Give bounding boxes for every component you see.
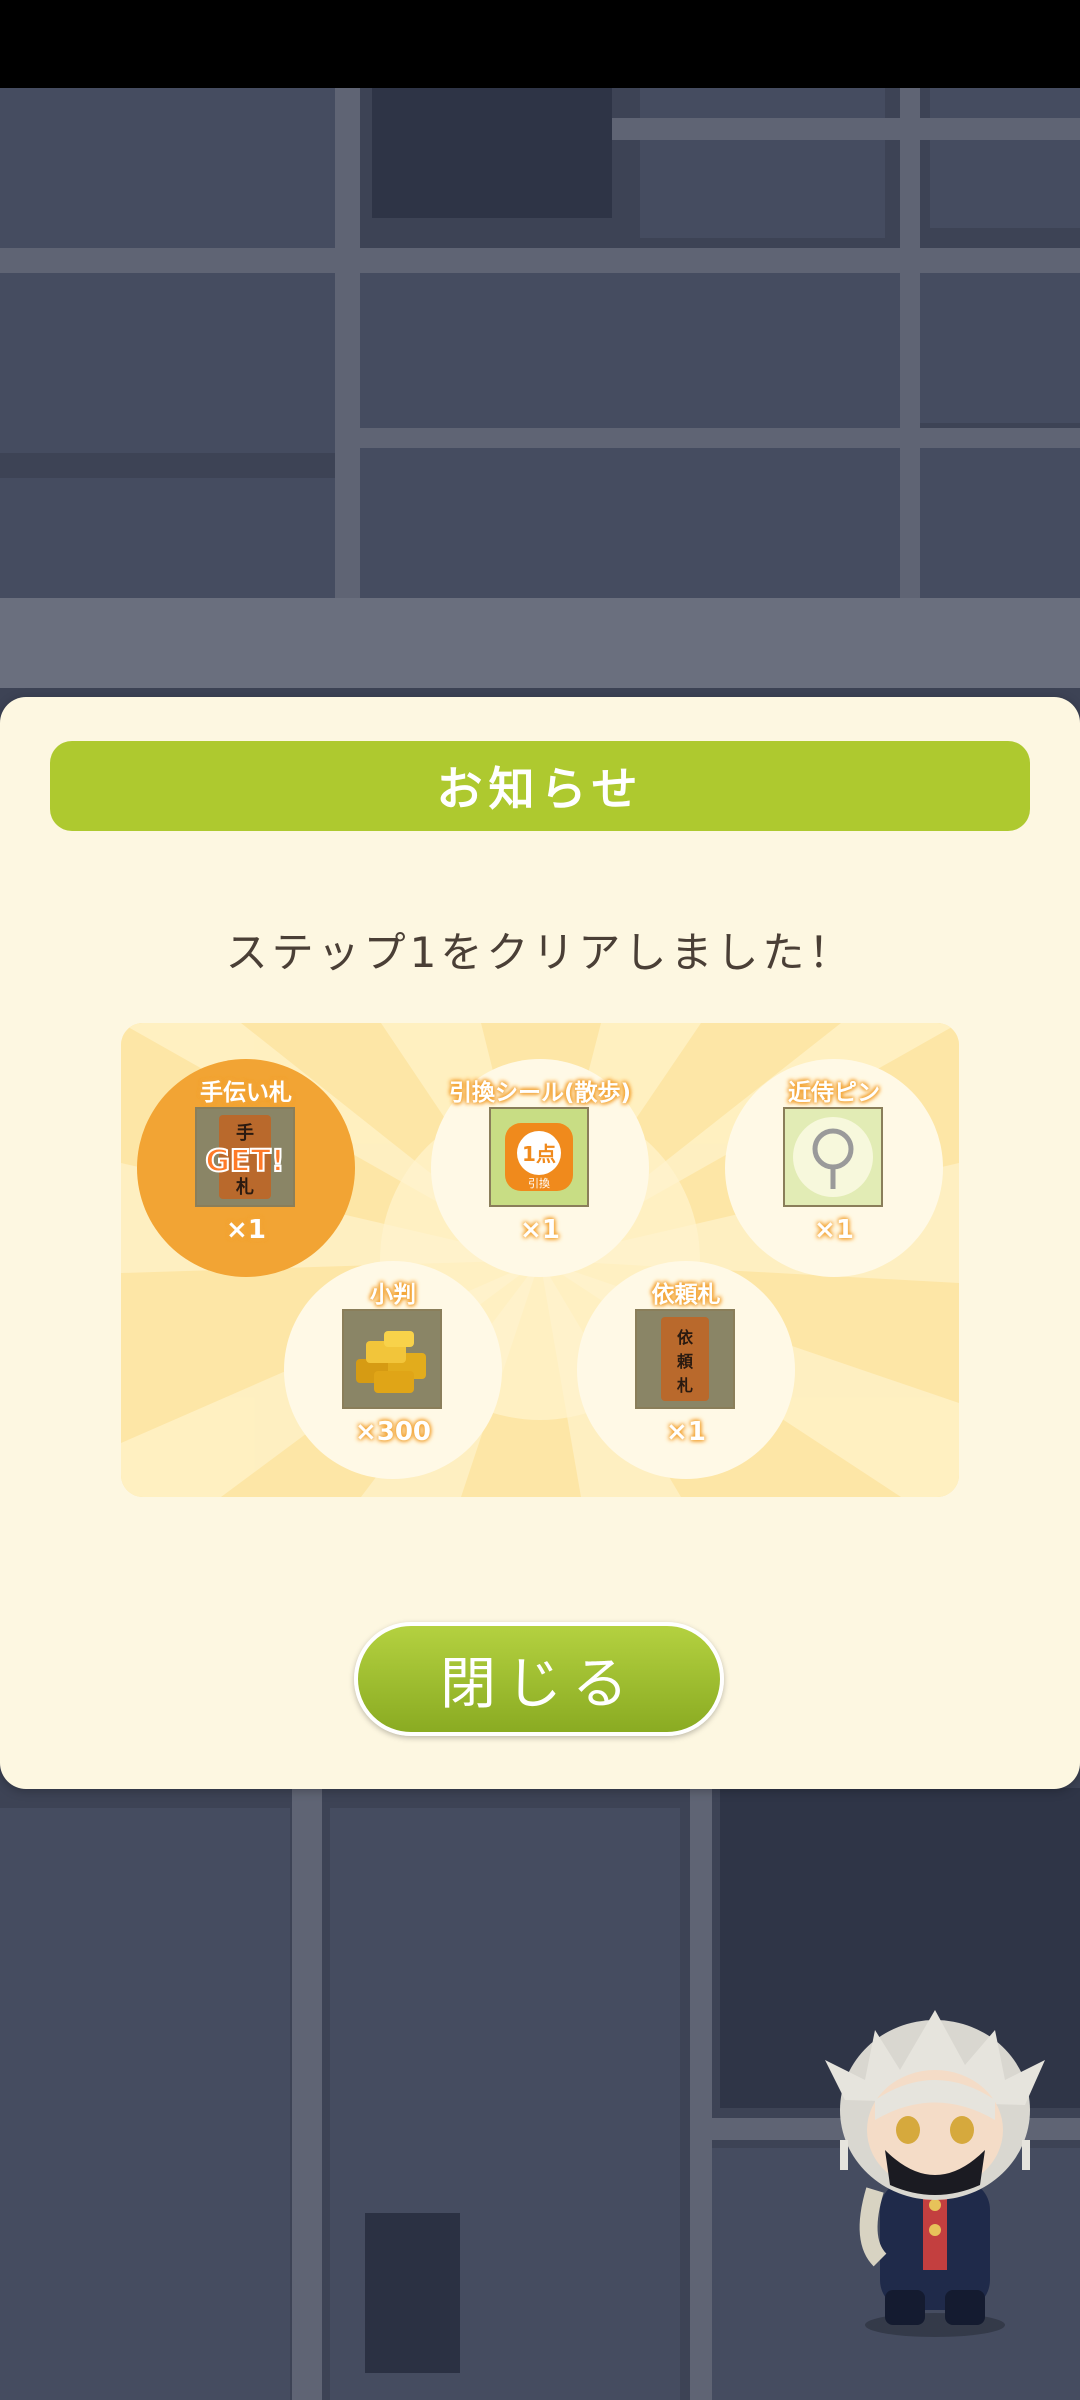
- reward-exchange-sticker[interactable]: 引換シール(散歩) 1点 引換 ×1: [431, 1059, 649, 1277]
- reward-name: 依頼札: [651, 1282, 721, 1308]
- reward-quantity: ×1: [520, 1215, 560, 1245]
- notice-dialog: お知らせ ステップ1をクリアしました！ 手伝い札 手 札 GET! ×1 引換シ…: [0, 697, 1080, 1789]
- svg-text:依: 依: [677, 1328, 694, 1347]
- gold-coins-icon: [342, 1309, 442, 1409]
- svg-text:1点: 1点: [522, 1142, 556, 1166]
- svg-text:引換: 引換: [528, 1176, 550, 1190]
- svg-text:手: 手: [236, 1122, 254, 1144]
- rewards-panel: 手伝い札 手 札 GET! ×1 引換シール(散歩) 1点 引換 ×1 近侍ピン…: [121, 1023, 959, 1497]
- request-tag-icon: 依 頼 札: [635, 1309, 735, 1409]
- reward-name: 近侍ピン: [788, 1080, 880, 1106]
- sword-boy-character-avatar[interactable]: [805, 1990, 1065, 2340]
- get-badge: GET!: [205, 1144, 284, 1179]
- svg-text:札: 札: [676, 1376, 693, 1395]
- reward-quantity: ×1: [666, 1417, 706, 1447]
- reward-quantity: ×1: [226, 1215, 266, 1245]
- reward-quantity: ×1: [814, 1215, 854, 1245]
- helper-tag-icon: 手 札 GET!: [195, 1107, 295, 1207]
- clear-message: ステップ1をクリアしました！: [225, 928, 855, 977]
- reward-name: 小判: [370, 1282, 416, 1308]
- reward-pin[interactable]: 近侍ピン ×1: [725, 1059, 943, 1277]
- reward-name: 引換シール(散歩): [448, 1080, 632, 1106]
- exchange-sticker-icon: 1点 引換: [489, 1107, 589, 1207]
- close-button[interactable]: 閉じる: [354, 1622, 724, 1736]
- reward-request-tag[interactable]: 依頼札 依 頼 札 ×1: [577, 1261, 795, 1479]
- reward-gold-coins[interactable]: 小判 ×300: [284, 1261, 502, 1479]
- reward-name: 手伝い札: [200, 1080, 292, 1106]
- reward-helper-tag[interactable]: 手伝い札 手 札 GET! ×1: [137, 1059, 355, 1277]
- pin-icon: [783, 1107, 883, 1207]
- svg-text:札: 札: [235, 1176, 254, 1198]
- dialog-title: お知らせ: [50, 741, 1030, 831]
- svg-text:頼: 頼: [677, 1352, 694, 1371]
- reward-quantity: ×300: [354, 1417, 432, 1447]
- status-bar: [0, 0, 1080, 88]
